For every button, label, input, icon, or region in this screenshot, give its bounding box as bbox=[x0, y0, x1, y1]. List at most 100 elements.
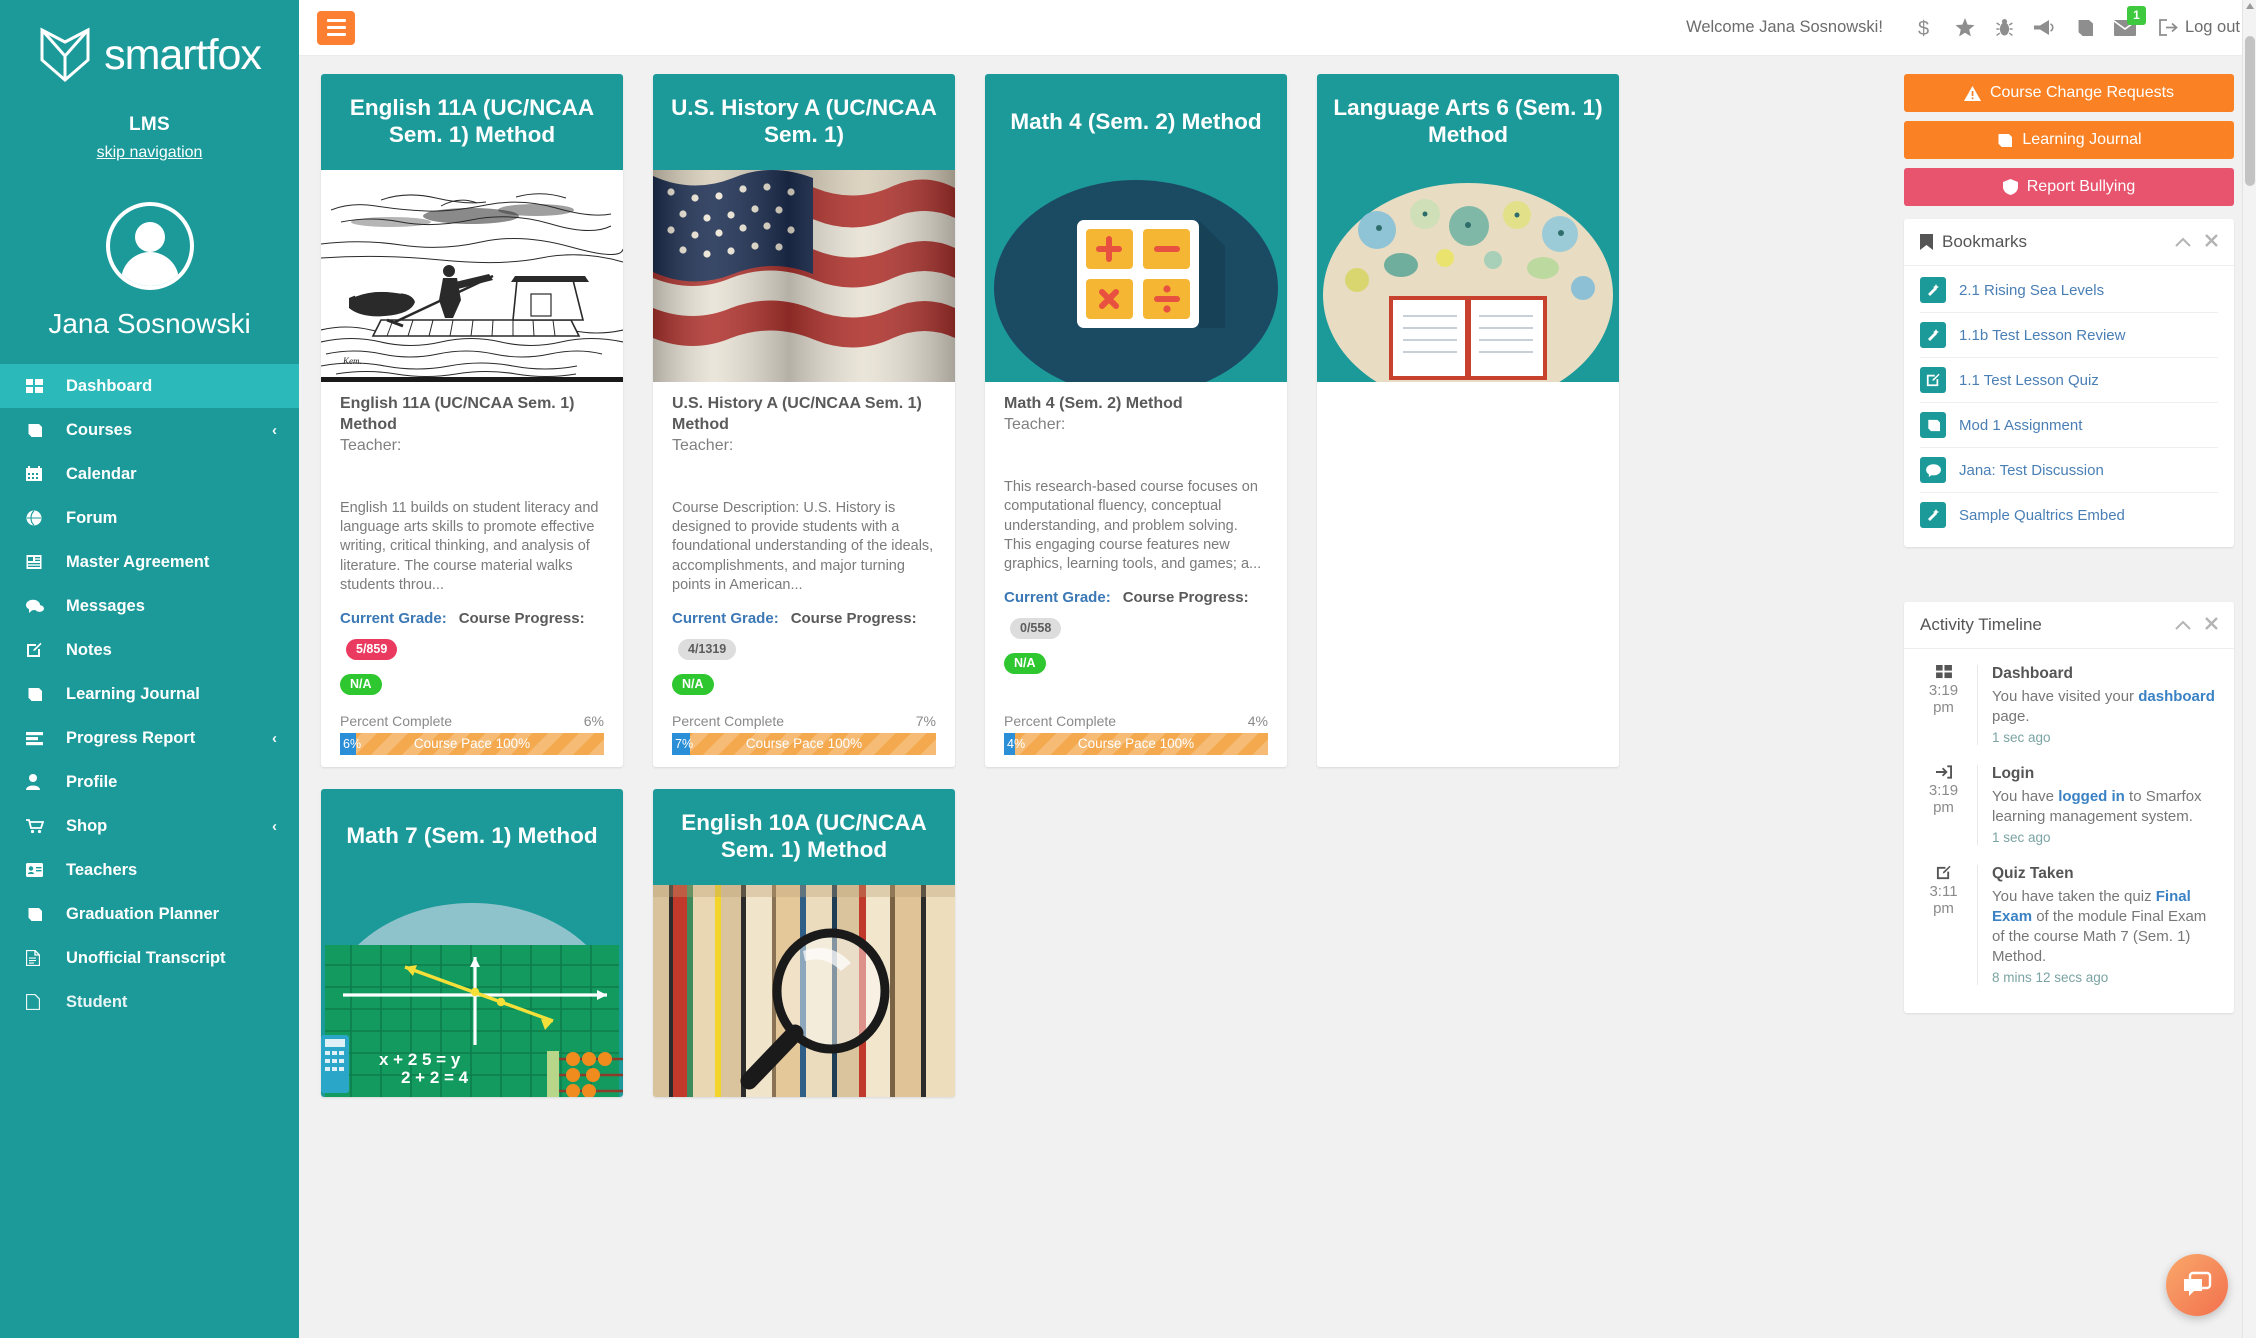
bullhorn-icon[interactable] bbox=[2025, 8, 2065, 48]
dollar-icon[interactable]: $ bbox=[1905, 8, 1945, 48]
course-card-teacher: Teacher: bbox=[1004, 415, 1066, 433]
progress-bar-fill: 4% bbox=[1004, 732, 1025, 755]
course-card-header: English 11A (UC/NCAA Sem. 1) Method bbox=[321, 74, 623, 170]
list-item[interactable]: Sample Qualtrics Embed bbox=[1920, 493, 2218, 537]
sidebar-item-label: Courses bbox=[66, 420, 133, 439]
scrollbar-thumb[interactable] bbox=[2245, 36, 2255, 186]
close-icon[interactable] bbox=[2205, 233, 2218, 251]
sidebar-item-forum[interactable]: Forum bbox=[0, 496, 299, 540]
timeline-item-title: Login bbox=[1992, 764, 2035, 782]
user-icon bbox=[26, 774, 52, 790]
sidebar-item-teachers[interactable]: Teachers bbox=[0, 848, 299, 892]
course-card-body: U.S. History A (UC/NCAA Sem. 1) Method T… bbox=[653, 382, 955, 695]
star-icon[interactable] bbox=[1945, 8, 1985, 48]
course-progress-label: Course Progress: bbox=[458, 609, 585, 627]
timeline-item: 3:19 pm Dashboard You have visited your … bbox=[1920, 659, 2218, 759]
percent-complete-row: Percent Complete 6% bbox=[321, 713, 623, 729]
bookmark-label[interactable]: Jana: Test Discussion bbox=[1959, 462, 2104, 479]
learning-journal-button[interactable]: Learning Journal bbox=[1904, 121, 2234, 159]
sidebar-user-name: Jana Sosnowski bbox=[48, 308, 251, 339]
timeline-item-time: 3:19 pm bbox=[1928, 682, 1959, 717]
course-card[interactable]: Language Arts 6 (Sem. 1) Method bbox=[1317, 74, 1619, 767]
timeline-list: 3:19 pm Dashboard You have visited your … bbox=[1904, 649, 2234, 1013]
collapse-icon[interactable] bbox=[2175, 234, 2191, 251]
course-card[interactable]: Math 7 (Sem. 1) Method x + 2 5 = y 2 + 2… bbox=[321, 788, 623, 1097]
bookmark-label[interactable]: 1.1b Test Lesson Review bbox=[1959, 327, 2126, 344]
percent-complete-value: 4% bbox=[1247, 712, 1268, 729]
sidebar-item-student[interactable]: Student bbox=[0, 980, 299, 1024]
timeline-link[interactable]: dashboard bbox=[2138, 688, 2215, 705]
avatar[interactable] bbox=[105, 202, 194, 290]
bookmark-label[interactable]: Mod 1 Assignment bbox=[1959, 417, 2082, 434]
graph-illustration-icon: x + 2 5 = y 2 + 2 = 4 bbox=[321, 884, 623, 1097]
timeline-item: 3:11 pm Quiz Taken You have taken the qu… bbox=[1920, 859, 2218, 999]
course-card-teacher: Teacher: bbox=[672, 436, 734, 454]
percent-complete-value: 6% bbox=[583, 712, 604, 729]
course-progress-badge: 0/558 bbox=[1010, 617, 1062, 639]
logout-icon bbox=[2159, 19, 2178, 36]
sidebar-item-graduation-planner[interactable]: Graduation Planner bbox=[0, 892, 299, 936]
sidebar-item-shop[interactable]: Shop ‹ bbox=[0, 804, 299, 848]
course-change-requests-button[interactable]: Course Change Requests bbox=[1904, 74, 2234, 112]
chat-widget-button[interactable] bbox=[2166, 1254, 2228, 1316]
sidebar-item-label: Learning Journal bbox=[66, 684, 200, 703]
current-grade-label: Current Grade: bbox=[1004, 588, 1111, 606]
sidebar-item-label: Master Agreement bbox=[66, 552, 210, 571]
current-grade-badge: N/A bbox=[672, 673, 714, 695]
report-bullying-button[interactable]: Report Bullying bbox=[1904, 168, 2234, 206]
content-area: English 11A (UC/NCAA Sem. 1) Method Kem.… bbox=[299, 56, 2256, 1338]
list-item[interactable]: 1.1b Test Lesson Review bbox=[1920, 313, 2218, 358]
bookmark-label[interactable]: 2.1 Rising Sea Levels bbox=[1959, 282, 2104, 299]
bug-icon[interactable] bbox=[1985, 8, 2025, 48]
menu-toggle-button[interactable] bbox=[317, 10, 355, 45]
brand-logo-area[interactable]: smartfox bbox=[0, 0, 299, 98]
course-pace-label: Course Pace 100% bbox=[1077, 736, 1195, 752]
percent-complete-label: Percent Complete bbox=[340, 712, 453, 729]
sidebar-item-messages[interactable]: Messages bbox=[0, 584, 299, 628]
course-card-description: English 11 builds on student literacy an… bbox=[340, 499, 599, 594]
close-icon[interactable] bbox=[2205, 616, 2218, 634]
magic-wand-icon bbox=[1920, 277, 1946, 303]
timeline-item-meta: 3:19 pm bbox=[1920, 665, 1978, 745]
sidebar-item-master-agreement[interactable]: Master Agreement bbox=[0, 540, 299, 584]
list-item[interactable]: 2.1 Rising Sea Levels bbox=[1920, 268, 2218, 313]
avatar-wrapper bbox=[0, 202, 299, 290]
sidebar-item-unofficial-transcript[interactable]: Unofficial Transcript bbox=[0, 936, 299, 980]
book-icon[interactable] bbox=[2065, 8, 2105, 48]
sidebar-item-calendar[interactable]: Calendar bbox=[0, 452, 299, 496]
cart-icon bbox=[26, 818, 52, 834]
course-card-image bbox=[653, 884, 955, 1097]
bookmark-label[interactable]: Sample Qualtrics Embed bbox=[1959, 507, 2125, 524]
course-pace-label: Course Pace 100% bbox=[413, 736, 531, 752]
list-item[interactable]: 1.1 Test Lesson Quiz bbox=[1920, 358, 2218, 403]
course-card[interactable]: English 11A (UC/NCAA Sem. 1) Method Kem.… bbox=[321, 74, 623, 767]
sidebar-item-profile[interactable]: Profile bbox=[0, 760, 299, 804]
timeline-link[interactable]: logged in bbox=[2058, 788, 2125, 805]
bookmark-label[interactable]: 1.1 Test Lesson Quiz bbox=[1959, 372, 2099, 389]
sidebar-item-label: Shop bbox=[66, 816, 108, 835]
collapse-icon[interactable] bbox=[2175, 617, 2191, 634]
id-card-icon bbox=[26, 863, 52, 877]
progress-bar: 4% Course Pace 100% bbox=[1004, 732, 1268, 755]
sidebar-item-courses[interactable]: Courses ‹ bbox=[0, 408, 299, 452]
timeline-item-time: 3:19 pm bbox=[1928, 781, 1959, 817]
sidebar-item-label: Student bbox=[66, 992, 128, 1011]
timeline-item: 3:19 pm Login You have logged in to Smar… bbox=[1920, 759, 2218, 859]
course-card[interactable]: Math 4 (Sem. 2) Method Math 4 (Sem. 2) M… bbox=[985, 74, 1287, 767]
timeline-item-title: Quiz Taken bbox=[1992, 864, 2074, 882]
course-card[interactable]: U.S. History A (UC/NCAA Sem. 1) U.S. His… bbox=[653, 74, 955, 767]
timeline-text-before: You have bbox=[1992, 787, 2059, 805]
course-card-title: U.S. History A (UC/NCAA Sem. 1) Method bbox=[672, 395, 922, 433]
page-scrollbar[interactable] bbox=[2242, 0, 2256, 1338]
sidebar-item-dashboard[interactable]: Dashboard bbox=[0, 364, 299, 408]
envelope-icon[interactable]: 1 bbox=[2105, 5, 2146, 48]
scroll-up-arrow-icon[interactable] bbox=[2246, 3, 2254, 9]
sidebar-item-progress-report[interactable]: Progress Report ‹ bbox=[0, 716, 299, 760]
list-item[interactable]: Mod 1 Assignment bbox=[1920, 403, 2218, 448]
logout-button[interactable]: Log out bbox=[2159, 18, 2240, 37]
skip-navigation-link[interactable]: skip navigation bbox=[0, 144, 299, 162]
course-card[interactable]: English 10A (UC/NCAA Sem. 1) Method bbox=[653, 788, 955, 1097]
sidebar-item-learning-journal[interactable]: Learning Journal bbox=[0, 672, 299, 716]
sidebar-item-notes[interactable]: Notes bbox=[0, 628, 299, 672]
list-item[interactable]: Jana: Test Discussion bbox=[1920, 448, 2218, 493]
